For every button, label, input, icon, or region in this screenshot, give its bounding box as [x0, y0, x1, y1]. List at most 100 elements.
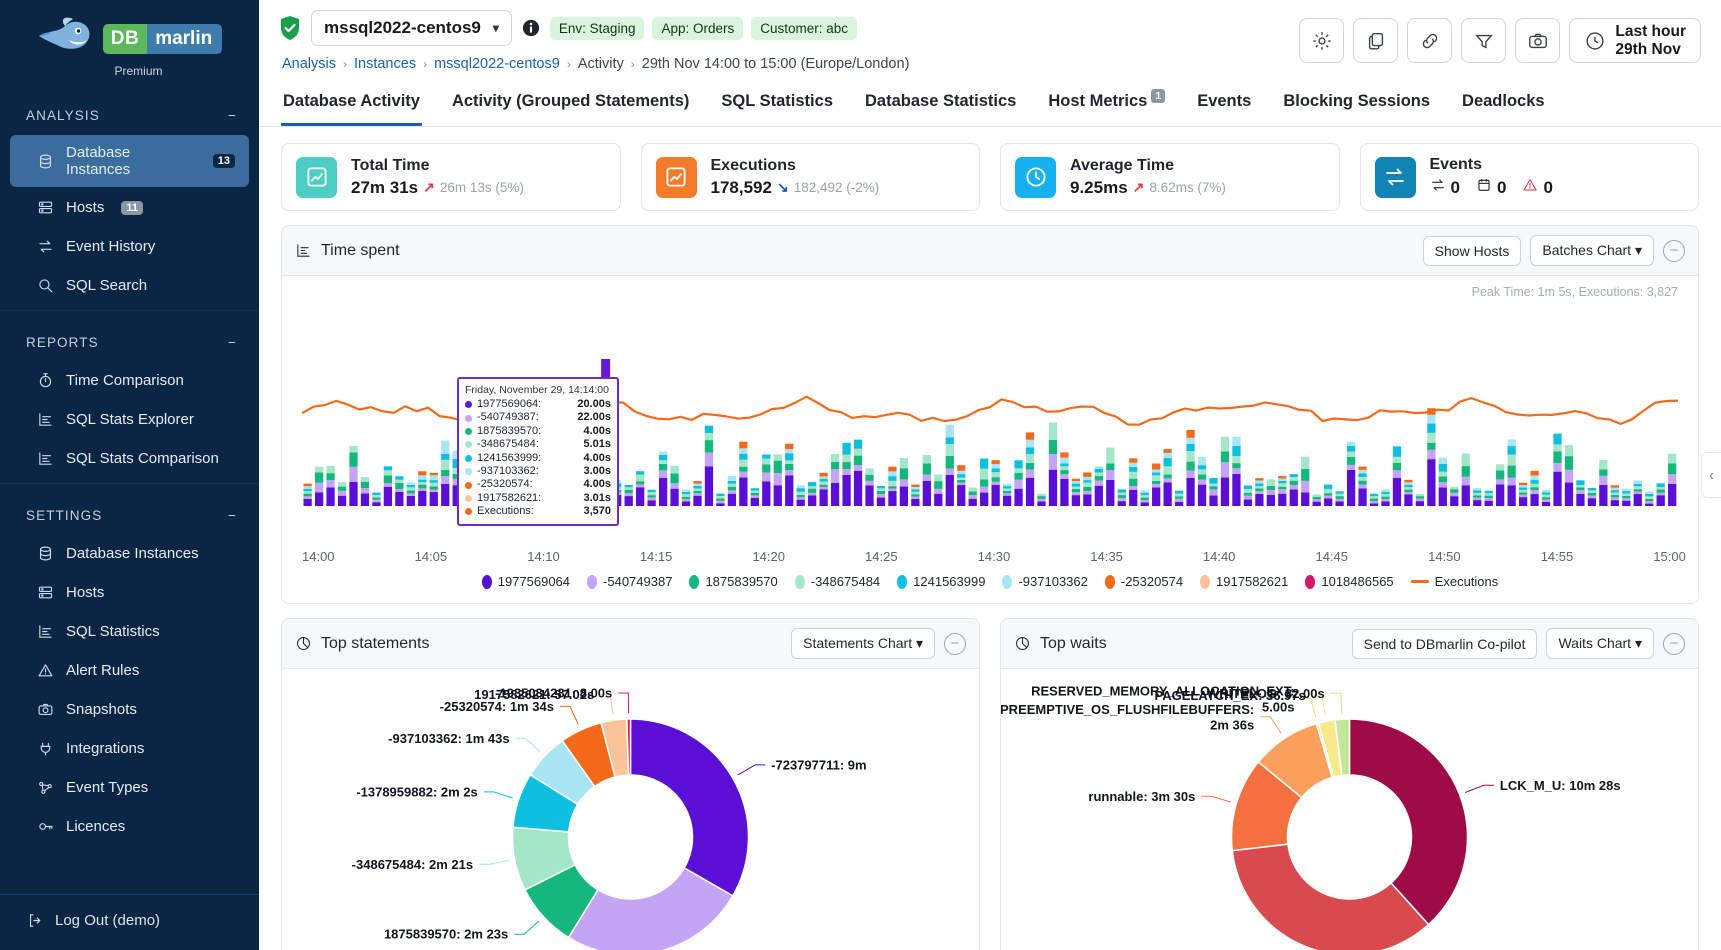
top-statements-donut[interactable]: -723797711: 9m-540749387: 6m 53s18758395… [282, 669, 979, 950]
tier-label: Premium [114, 64, 163, 78]
donut-slice[interactable] [629, 718, 750, 897]
breadcrumb-item[interactable]: mssql2022-centos9 [434, 56, 560, 72]
section-collapse-icon[interactable]: − [228, 108, 237, 123]
legend-label: -348675484 [810, 574, 881, 589]
legend-item[interactable]: 1875839570 [689, 574, 778, 589]
statements-chart-select[interactable]: Statements Chart ▾ [791, 628, 935, 659]
logout-button[interactable]: Log Out (demo) [0, 905, 259, 936]
sidebar-item-label: Database Instances [66, 144, 131, 178]
sidebar-item-database-instances[interactable]: Database Instances [10, 535, 249, 572]
top-waits-donut[interactable]: LCK_M_U: 10m 28srunning: 9m 31srunnable:… [1001, 669, 1698, 950]
legend-item[interactable]: -348675484 [794, 574, 881, 589]
donut-slice-label: 1875839570: 2m 23s [384, 927, 508, 942]
time-range-button[interactable]: Last hour 29th Nov [1569, 18, 1701, 63]
breadcrumb-separator: › [343, 57, 347, 71]
sidebar-item-badge: 13 [212, 154, 235, 168]
filter-icon[interactable] [1461, 18, 1507, 63]
collapse-top-waits-button[interactable]: − [1663, 632, 1685, 655]
instance-selector[interactable]: mssql2022-centos9 ▾ [311, 10, 512, 46]
exchange-icon [36, 237, 55, 256]
breadcrumb-item[interactable]: Instances [354, 56, 416, 72]
tab-blocking-sessions[interactable]: Blocking Sessions [1281, 86, 1432, 126]
legend-label: 1875839570 [705, 574, 778, 589]
sidebar-item-event-history[interactable]: Event History [10, 228, 249, 265]
batches-chart-select[interactable]: Batches Chart ▾ [1530, 235, 1654, 266]
sidebar-footer: Log Out (demo) [0, 894, 259, 950]
sidebar-item-time-comparison[interactable]: Time Comparison [10, 362, 249, 399]
breadcrumb-separator: › [423, 57, 428, 71]
legend-label: 1241563999 [913, 574, 986, 589]
tab-deadlocks[interactable]: Deadlocks [1460, 86, 1547, 126]
info-icon[interactable] [522, 19, 540, 37]
donut-slice[interactable] [1231, 843, 1430, 950]
sidebar-item-event-types[interactable]: Event Types [10, 769, 249, 806]
top-bar: mssql2022-centos9 ▾ Env: Staging App: Ord… [259, 0, 1721, 72]
legend-item[interactable]: 1917582621 [1200, 574, 1288, 589]
legend-item[interactable]: Executions [1410, 574, 1498, 589]
exchange-icon [1430, 177, 1446, 198]
legend-dot-marker [481, 574, 492, 589]
legend-label: -25320574 [1120, 574, 1184, 589]
tooltip-row: -25320574: 4.00s [465, 478, 611, 491]
sidebar-item-sql-stats-comparison[interactable]: SQL Stats Comparison [10, 440, 249, 477]
sidebar-section-settings: SETTINGS − Database Instances Hosts SQL Stat… [0, 484, 259, 845]
calendar-icon [1476, 177, 1492, 198]
legend-line-marker [1410, 580, 1429, 583]
link-icon[interactable] [1407, 18, 1453, 63]
x-tick: 14:00 [302, 549, 335, 564]
camera-icon[interactable] [1515, 18, 1561, 63]
legend-item[interactable]: -937103362 [1002, 574, 1088, 589]
legend-item[interactable]: -25320574 [1104, 574, 1184, 589]
tab-sql-statistics[interactable]: SQL Statistics [719, 86, 835, 126]
dbmarlin-wordmark: DB marlin [102, 24, 223, 54]
tab-database-statistics[interactable]: Database Statistics [863, 86, 1018, 126]
legend-item[interactable]: 1018486565 [1305, 574, 1394, 589]
tooltip-series-label: -348675484: [477, 438, 539, 451]
sidebar-item-label: Database Instances [66, 545, 199, 562]
sidebar-item-sql-statistics[interactable]: SQL Statistics [10, 613, 249, 650]
panel-title: Top statements [321, 634, 430, 652]
sidebar-item-licences[interactable]: Licences [10, 808, 249, 845]
sidebar-item-snapshots[interactable]: Snapshots [10, 691, 249, 728]
copy-icon[interactable] [1353, 18, 1399, 63]
sidebar-item-alert-rules[interactable]: Alert Rules [10, 652, 249, 689]
section-collapse-icon[interactable]: − [228, 335, 237, 350]
donut-slice-label: -937103362: 1m 43s [388, 731, 509, 746]
legend-item[interactable]: 1977569064 [481, 574, 570, 589]
tab-activity-grouped-statements[interactable]: Activity (Grouped Statements) [450, 86, 691, 126]
database-icon [36, 152, 55, 171]
sidebar-section-header: ANALYSIS − [0, 98, 259, 133]
legend-item[interactable]: -540749387 [587, 574, 672, 589]
donut-slice-label: -723797711: 9m [771, 757, 866, 772]
tab-label: Deadlocks [1462, 92, 1545, 110]
collapse-time-spent-button[interactable]: − [1663, 239, 1685, 262]
legend-item[interactable]: 1241563999 [897, 574, 985, 589]
sidebar-item-hosts[interactable]: Hosts 11 [10, 189, 249, 226]
send-to-copilot-button[interactable]: Send to DBmarlin Co-pilot [1351, 628, 1538, 659]
sidebar-item-sql-stats-explorer[interactable]: SQL Stats Explorer [10, 401, 249, 438]
section-collapse-icon[interactable]: − [228, 508, 237, 523]
tab-label: Host Metrics [1048, 92, 1148, 110]
time-spent-chart[interactable]: Friday, November 29, 14:14:00 1977569064… [282, 299, 1698, 549]
sidebar-item-database-instances[interactable]: Database Instances 13 [10, 135, 249, 187]
collapse-top-statements-button[interactable]: − [944, 632, 966, 655]
legend-label: 1018486565 [1321, 574, 1394, 589]
tab-host-metrics[interactable]: Host Metrics 1 [1046, 86, 1167, 126]
sidebar-item-label: Event History [66, 238, 156, 255]
tab-database-activity[interactable]: Database Activity [281, 86, 422, 126]
sidebar-item-sql-search[interactable]: SQL Search [10, 267, 249, 304]
show-hosts-button[interactable]: Show Hosts [1422, 235, 1522, 266]
breadcrumb-item[interactable]: Analysis [282, 56, 336, 72]
waits-chart-select[interactable]: Waits Chart ▾ [1546, 628, 1654, 659]
series-color-dot [465, 468, 472, 476]
sidebar-item-hosts[interactable]: Hosts [10, 574, 249, 611]
gear-icon[interactable] [1299, 18, 1345, 63]
donut-slice[interactable] [1348, 718, 1469, 926]
sidebar-item-integrations[interactable]: Integrations [10, 730, 249, 767]
tab-events[interactable]: Events [1195, 86, 1253, 126]
kpi-body: Events 0 0 0 [1430, 156, 1553, 198]
x-tick: 14:30 [977, 549, 1011, 564]
time-spent-title-group: Time spent [295, 242, 400, 260]
tooltip-series-value: 5.01s [583, 438, 611, 451]
side-drawer-toggle[interactable]: ‹ [1701, 452, 1721, 498]
